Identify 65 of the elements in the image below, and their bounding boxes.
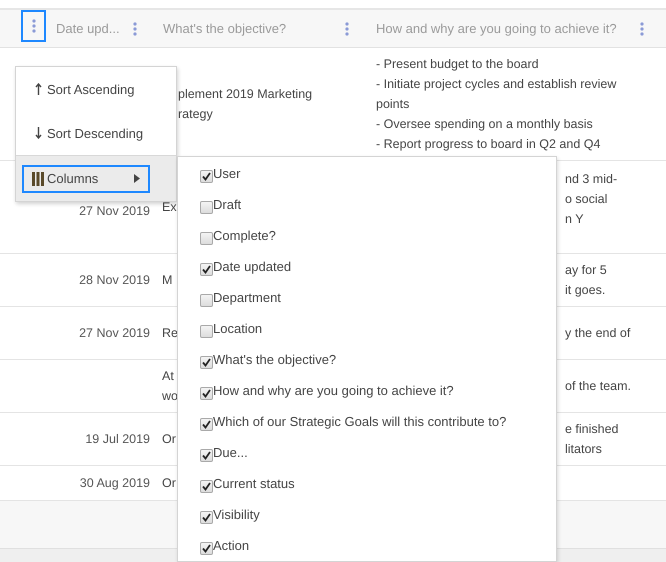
checkbox[interactable] xyxy=(200,232,213,245)
arrow-down-icon xyxy=(35,127,42,139)
column-option-label[interactable]: Location xyxy=(213,321,262,336)
table-cell-text: Or xyxy=(162,475,176,492)
date-cell-text: 27 Nov 2019 xyxy=(79,325,150,342)
table-cell-text: e finished xyxy=(565,421,619,438)
checkbox[interactable] xyxy=(200,542,213,555)
columns-icon xyxy=(32,172,44,186)
table-cell-text: - Report progress to board in Q2 and Q4 xyxy=(376,136,600,153)
checkbox[interactable] xyxy=(200,387,213,400)
table-cell-text: Re xyxy=(162,325,178,342)
table-cell-text: of the team. xyxy=(565,378,632,395)
checkbox[interactable] xyxy=(200,201,213,214)
sort-menu-item[interactable]: Sort Descending xyxy=(33,119,146,147)
sort-menu-item[interactable]: Sort Ascending xyxy=(33,75,136,103)
column-option-label[interactable]: Complete? xyxy=(213,228,276,243)
column-option-label[interactable]: Date updated xyxy=(213,259,292,274)
column-option-label[interactable]: Visibility xyxy=(213,507,260,522)
column-option-label[interactable]: Which of our Strategic Goals will this contribute to? xyxy=(213,414,506,429)
table-cell-text: litators xyxy=(565,441,602,458)
checkbox[interactable] xyxy=(200,511,213,524)
table-cell-text: At xyxy=(162,368,174,385)
table-cell-text: nd 3 mid- xyxy=(565,171,618,188)
column-option-label[interactable]: Current status xyxy=(213,476,295,491)
table-cell-text: - Oversee spending on a monthly basis xyxy=(376,116,593,133)
checkbox[interactable] xyxy=(200,356,213,369)
column-option-label[interactable]: Department xyxy=(213,290,281,305)
column-option-label[interactable]: Due... xyxy=(213,445,248,460)
checkbox[interactable] xyxy=(200,418,213,431)
table-cell-text: rategy xyxy=(178,106,213,123)
column-option-label[interactable]: Draft xyxy=(213,197,242,212)
caret-right-icon xyxy=(134,174,140,183)
kebab-icon xyxy=(640,22,644,36)
columns-menu-item[interactable]: Columns xyxy=(22,164,150,192)
table-cell-text: Ex xyxy=(162,199,177,216)
table-cell-text: ay for 5 xyxy=(565,262,607,279)
column-option-label[interactable]: How and why are you going to achieve it? xyxy=(213,383,454,398)
date-cell-text: 27 Nov 2019 xyxy=(79,202,150,220)
checkbox[interactable] xyxy=(200,480,213,493)
date-cell-text: 30 Aug 2019 xyxy=(80,475,150,492)
column-option-label[interactable]: User xyxy=(213,166,240,181)
column-option-label[interactable]: What's the objective? xyxy=(213,352,336,367)
table-cell-text: it goes. xyxy=(565,282,606,299)
table-cell-text: - Initiate project cycles and establish review points xyxy=(376,76,618,113)
checkbox[interactable] xyxy=(200,325,213,338)
checkbox[interactable] xyxy=(200,449,213,462)
date-cell-text: 28 Nov 2019 xyxy=(79,272,150,289)
column-menu-button[interactable] xyxy=(21,10,46,42)
table-cell-text: - Present budget to the board xyxy=(376,56,539,73)
date-cell-text: 19 Jul 2019 xyxy=(85,431,150,448)
table-cell-text: o social xyxy=(565,191,608,208)
table-cell-text: wo xyxy=(162,388,178,405)
kebab-icon xyxy=(345,22,349,36)
kebab-icon xyxy=(133,22,137,36)
table-cell-text: y the end of xyxy=(565,325,630,342)
arrow-up-icon xyxy=(35,83,42,95)
table-cell-text: plement 2019 Marketing xyxy=(178,86,312,103)
checkbox[interactable] xyxy=(200,294,213,307)
table-cell-text: Or xyxy=(162,431,176,448)
column-option-label[interactable]: Action xyxy=(213,538,250,553)
table-cell-text: n Y xyxy=(565,211,584,228)
checkbox[interactable] xyxy=(200,263,213,276)
table-cell-text: M xyxy=(162,272,172,289)
kebab-icon xyxy=(32,19,36,33)
checkbox[interactable] xyxy=(200,170,213,183)
